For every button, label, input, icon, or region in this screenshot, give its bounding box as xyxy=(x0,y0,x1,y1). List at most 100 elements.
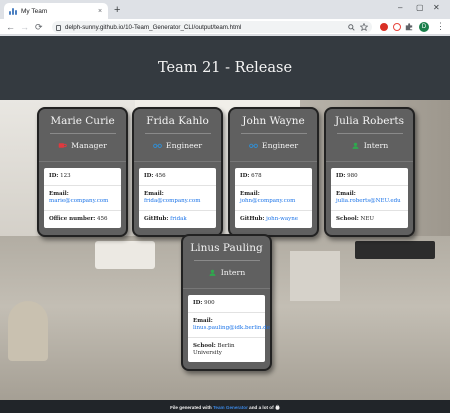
minimize-button[interactable]: – xyxy=(398,2,402,14)
browser-toolbar: ← → ⟳ delph-sunny.github.io/10-Team_Gene… xyxy=(0,19,450,35)
info-list: ID: 900 Email: linus.pauling@idk.berlin.… xyxy=(188,295,270,362)
team-page: Team 21 - Release Marie Curie Manager ID… xyxy=(0,36,450,413)
school-row: School: NEU xyxy=(331,211,408,228)
role-label: Intern xyxy=(220,268,246,277)
school-label: School: xyxy=(193,343,216,349)
card-header: Julia Roberts Intern xyxy=(326,109,413,162)
id-label: ID: xyxy=(193,300,203,306)
fire-icon xyxy=(275,403,280,410)
id-label: ID: xyxy=(144,173,154,179)
coffee-mug-icon xyxy=(58,143,67,148)
id-row: ID: 980 xyxy=(331,168,408,186)
tab-strip: My Team × + – ▢ ✕ xyxy=(0,0,450,19)
footer-suffix: and a lot of xyxy=(249,404,274,410)
employee-role: Intern xyxy=(326,141,413,150)
id-label: ID: xyxy=(336,173,346,179)
email-link[interactable]: linus.pauling@idk.berlin.de xyxy=(193,325,270,331)
address-bar[interactable]: delph-sunny.github.io/10-Team_Generator_… xyxy=(52,21,372,33)
card-body: ID: 456 Email: frida@company.com GitHub: … xyxy=(134,162,221,235)
school-label: School: xyxy=(336,216,359,222)
school-row: School: Berlin University xyxy=(188,338,265,362)
star-icon[interactable] xyxy=(360,23,368,31)
close-window-button[interactable]: ✕ xyxy=(433,2,440,14)
email-link[interactable]: frida@company.com xyxy=(144,198,200,204)
back-button[interactable]: ← xyxy=(6,20,15,34)
email-row: Email: frida@company.com xyxy=(139,186,216,211)
team-favicon-icon xyxy=(9,7,17,15)
github-label: GitHub: xyxy=(240,216,265,222)
new-tab-button[interactable]: + xyxy=(114,4,120,16)
id-row: ID: 900 xyxy=(188,295,265,313)
browser-tab[interactable]: My Team × xyxy=(4,3,108,19)
card-body: ID: 980 Email: julia.roberts@NEU.edu Scho… xyxy=(326,162,413,235)
github-link[interactable]: john-wayne xyxy=(266,216,298,222)
extension-icon[interactable] xyxy=(405,23,413,31)
employee-role: Engineer xyxy=(134,141,221,150)
employee-name: John Wayne xyxy=(242,115,305,127)
email-label: Email: xyxy=(49,191,69,197)
divider xyxy=(193,260,260,261)
github-row: GitHub: fridak xyxy=(139,211,216,228)
email-row: Email: linus.pauling@idk.berlin.de xyxy=(188,313,270,338)
glasses-icon xyxy=(153,143,162,148)
employee-card-linus-pauling: Linus Pauling Intern ID: 900 Email: linu… xyxy=(181,234,272,371)
email-label: Email: xyxy=(336,191,356,197)
email-label: Email: xyxy=(144,191,164,197)
lock-icon xyxy=(56,25,61,31)
divider xyxy=(49,133,116,134)
info-list: ID: 123 Email: marie@company.com Office n… xyxy=(44,168,121,228)
employee-card-julia-roberts: Julia Roberts Intern ID: 980 Email: julia… xyxy=(324,107,415,237)
footer-prefix: File generated with xyxy=(170,404,212,410)
ublock-extension-icon[interactable] xyxy=(380,23,388,31)
card-header: Linus Pauling Intern xyxy=(183,236,270,289)
graduate-icon xyxy=(352,142,359,149)
role-label: Intern xyxy=(363,141,389,150)
email-row: Email: john@company.com xyxy=(235,186,312,211)
maximize-button[interactable]: ▢ xyxy=(416,2,424,14)
graduate-icon xyxy=(209,269,216,276)
lastpass-extension-icon[interactable] xyxy=(393,23,401,31)
footer-text: File generated with Team Generator and a… xyxy=(170,403,280,410)
school-value: NEU xyxy=(360,216,374,222)
card-body: ID: 900 Email: linus.pauling@idk.berlin.… xyxy=(183,289,270,369)
id-label: ID: xyxy=(49,173,59,179)
glasses-icon xyxy=(249,143,258,148)
info-list: ID: 678 Email: john@company.com GitHub: j… xyxy=(235,168,312,228)
search-icon[interactable] xyxy=(348,23,355,31)
page-header: Team 21 - Release xyxy=(0,36,450,100)
employee-role: Intern xyxy=(183,268,270,277)
card-body: ID: 123 Email: marie@company.com Office n… xyxy=(39,162,126,235)
role-label: Engineer xyxy=(261,141,299,150)
employee-card-frida-kahlo: Frida Kahlo Engineer ID: 456 Email: frida… xyxy=(132,107,223,237)
email-link[interactable]: marie@company.com xyxy=(49,198,108,204)
card-header: Frida Kahlo Engineer xyxy=(134,109,221,162)
github-link[interactable]: fridak xyxy=(170,216,187,222)
employee-name: Linus Pauling xyxy=(190,242,263,254)
page-title: Team 21 - Release xyxy=(157,60,293,76)
id-value: 678 xyxy=(251,173,262,179)
id-value: 980 xyxy=(347,173,358,179)
github-row: GitHub: john-wayne xyxy=(235,211,312,228)
footer-link[interactable]: Team Generator xyxy=(213,405,248,410)
page-footer: File generated with Team Generator and a… xyxy=(0,400,450,413)
office-label: Office number: xyxy=(49,216,96,222)
card-header: John Wayne Engineer xyxy=(230,109,317,162)
github-label: GitHub: xyxy=(144,216,169,222)
email-label: Email: xyxy=(193,318,213,324)
id-value: 456 xyxy=(155,173,166,179)
employee-role: Manager xyxy=(39,141,126,150)
tab-close-icon[interactable]: × xyxy=(95,8,105,15)
email-link[interactable]: john@company.com xyxy=(240,198,295,204)
employee-role: Engineer xyxy=(230,141,317,150)
role-label: Engineer xyxy=(165,141,203,150)
office-value: 456 xyxy=(97,216,108,222)
url-text[interactable]: delph-sunny.github.io/10-Team_Generator_… xyxy=(65,24,343,31)
office-row: Office number: 456 xyxy=(44,211,121,228)
id-row: ID: 678 xyxy=(235,168,312,186)
profile-avatar[interactable]: D xyxy=(419,22,429,32)
reload-button[interactable]: ⟳ xyxy=(35,20,43,34)
email-link[interactable]: julia.roberts@NEU.edu xyxy=(336,198,401,204)
employee-card-john-wayne: John Wayne Engineer ID: 678 Email: john@c… xyxy=(228,107,319,237)
forward-button[interactable]: → xyxy=(20,20,29,34)
chrome-menu-icon[interactable]: ⋮ xyxy=(436,21,445,32)
